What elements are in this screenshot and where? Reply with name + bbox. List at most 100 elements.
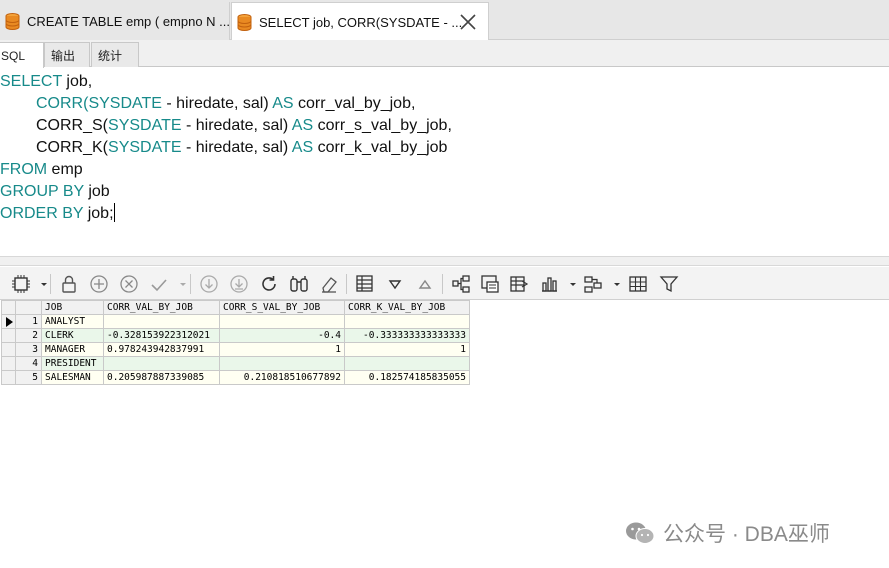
- code-line: ORDER BY job;: [0, 203, 889, 225]
- close-icon[interactable]: [458, 12, 478, 32]
- table-row[interactable]: 2 CLERK -0.328153922312021 -0.4 -0.33333…: [1, 328, 470, 343]
- doc-tab-select-query[interactable]: SELECT job, CORR(SYSDATE - ...: [231, 2, 489, 41]
- table-row[interactable]: 1 ANALYST: [1, 314, 470, 329]
- table-row[interactable]: 5 SALESMAN 0.205987887339085 0.210818510…: [1, 370, 470, 385]
- cell-corr-k-val[interactable]: -0.333333333333333: [344, 328, 470, 343]
- cell-corr-s-val[interactable]: -0.4: [219, 328, 345, 343]
- filter-icon[interactable]: [658, 273, 680, 295]
- row-number-header: [15, 300, 42, 315]
- watermark: 公众号 · DBA巫师: [625, 518, 830, 548]
- cell-corr-k-val[interactable]: [344, 314, 470, 329]
- column-header-corr-val[interactable]: CORR_VAL_BY_JOB: [103, 300, 220, 315]
- cell-corr-val[interactable]: 0.978243942837991: [103, 342, 220, 357]
- text-view-icon[interactable]: [354, 273, 376, 295]
- sql-keyword: FROM: [0, 161, 48, 178]
- sort-asc-icon[interactable]: [414, 273, 436, 295]
- sql-text: corr_val_by_job,: [293, 95, 416, 112]
- find-icon[interactable]: [288, 273, 310, 295]
- sql-text: - hiredate, sal): [161, 95, 273, 112]
- sql-text: emp: [47, 161, 83, 178]
- doc-tab-label: SELECT job, CORR(SYSDATE - ...: [259, 14, 463, 30]
- tab-output[interactable]: 输出: [44, 42, 90, 67]
- tree-view-icon[interactable]: [450, 273, 472, 295]
- cell-corr-k-val[interactable]: [344, 356, 470, 371]
- tab-statistics[interactable]: 统计: [91, 42, 139, 67]
- sql-editor[interactable]: SELECT job, CORR(SYSDATE - hiredate, sal…: [0, 68, 889, 256]
- tab-statistics-label: 统计: [98, 48, 123, 63]
- table-row[interactable]: 4 PRESIDENT: [1, 356, 470, 371]
- sql-function: CORR_S(: [36, 117, 109, 134]
- group-icon[interactable]: [582, 273, 604, 295]
- cell-job[interactable]: CLERK: [41, 328, 104, 343]
- sql-keyword: ORDER BY: [0, 205, 84, 222]
- code-line: GROUP BY job: [0, 181, 889, 203]
- row-number: 1: [15, 314, 42, 329]
- cell-corr-val[interactable]: [103, 356, 220, 371]
- sql-text: job: [83, 183, 110, 200]
- clear-filter-icon[interactable]: [318, 273, 340, 295]
- add-row-icon[interactable]: [88, 273, 110, 295]
- sql-keyword: AS: [291, 117, 314, 134]
- cell-corr-s-val[interactable]: [219, 356, 345, 371]
- sql-keyword: SYSDATE: [108, 139, 182, 156]
- cell-corr-k-val[interactable]: 0.182574185835055: [344, 370, 470, 385]
- grid-view-icon[interactable]: [627, 273, 649, 295]
- column-header-corr-k-val[interactable]: CORR_K_VAL_BY_JOB: [344, 300, 470, 315]
- row-number: 5: [15, 370, 42, 385]
- watermark-text: 公众号 · DBA巫师: [663, 523, 830, 546]
- cell-corr-val[interactable]: 0.205987887339085: [103, 370, 220, 385]
- doc-tab-create-table[interactable]: CREATE TABLE emp ( empno N ...: [0, 2, 230, 40]
- database-icon: [5, 12, 20, 30]
- code-line: CORR_S(SYSDATE - hiredate, sal) AS corr_…: [0, 115, 889, 137]
- result-toolbar: [0, 267, 889, 300]
- cell-job[interactable]: PRESIDENT: [41, 356, 104, 371]
- lock-icon[interactable]: [58, 273, 80, 295]
- cell-corr-val[interactable]: [103, 314, 220, 329]
- database-icon: [237, 13, 252, 31]
- export-icon[interactable]: [508, 273, 530, 295]
- code-line: CORR_K(SYSDATE - hiredate, sal) AS corr_…: [0, 137, 889, 159]
- grid-options-icon[interactable]: [10, 273, 32, 295]
- cell-corr-val[interactable]: -0.328153922312021: [103, 328, 220, 343]
- refresh-icon[interactable]: [258, 273, 280, 295]
- cell-job[interactable]: ANALYST: [41, 314, 104, 329]
- cell-corr-s-val[interactable]: 1: [219, 342, 345, 357]
- dropdown-arrow-icon[interactable]: [172, 273, 186, 295]
- move-bottom-icon[interactable]: [228, 273, 250, 295]
- tab-output-label: 输出: [51, 48, 76, 63]
- tab-sql-label: SQL: [1, 48, 26, 63]
- code-line: FROM emp: [0, 159, 889, 181]
- cell-corr-k-val[interactable]: 1: [344, 342, 470, 357]
- row-number: 4: [15, 356, 42, 371]
- wechat-icon: [625, 521, 655, 545]
- sql-text: - hiredate, sal): [181, 117, 292, 134]
- sort-desc-icon[interactable]: [384, 273, 406, 295]
- dropdown-arrow-icon[interactable]: [562, 273, 576, 295]
- editor-sub-tab-bar: SQL 输出 统计: [0, 40, 889, 68]
- sql-keyword: SELECT: [0, 73, 62, 90]
- sql-text: corr_k_val_by_job: [313, 139, 448, 156]
- cell-job[interactable]: SALESMAN: [41, 370, 104, 385]
- sql-function: CORR_K(: [36, 139, 109, 156]
- dropdown-arrow-icon[interactable]: [606, 273, 620, 295]
- column-header-corr-s-val[interactable]: CORR_S_VAL_BY_JOB: [219, 300, 345, 315]
- cell-job[interactable]: MANAGER: [41, 342, 104, 357]
- sql-keyword: SYSDATE: [88, 95, 162, 112]
- sql-keyword: SYSDATE: [108, 117, 182, 134]
- column-header-job[interactable]: JOB: [41, 300, 104, 315]
- form-view-icon[interactable]: [479, 273, 501, 295]
- row-indicator-header: [1, 300, 16, 315]
- table-row[interactable]: 3 MANAGER 0.978243942837991 1 1: [1, 342, 470, 357]
- doc-tab-label: CREATE TABLE emp ( empno N ...: [27, 13, 230, 29]
- tab-sql[interactable]: SQL: [0, 42, 44, 68]
- move-down-icon[interactable]: [198, 273, 220, 295]
- delete-row-icon[interactable]: [118, 273, 140, 295]
- apply-changes-icon[interactable]: [148, 273, 170, 295]
- row-number: 3: [15, 342, 42, 357]
- cell-corr-s-val[interactable]: [219, 314, 345, 329]
- dropdown-arrow-icon[interactable]: [33, 273, 47, 295]
- cell-corr-s-val[interactable]: 0.210818510677892: [219, 370, 345, 385]
- sql-text: corr_s_val_by_job,: [313, 117, 452, 134]
- pane-splitter[interactable]: [0, 256, 889, 266]
- chart-icon[interactable]: [538, 273, 560, 295]
